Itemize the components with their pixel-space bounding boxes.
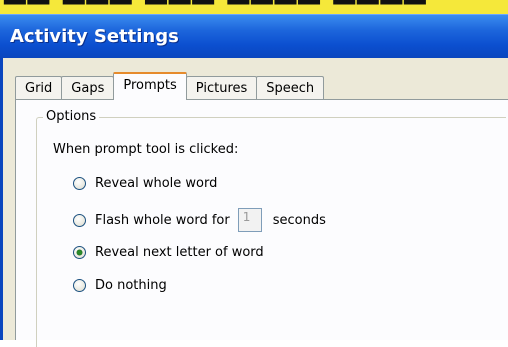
tab-speech[interactable]: Speech bbox=[256, 76, 325, 100]
option-flash-whole-word[interactable]: Flash whole word for 1 seconds bbox=[73, 208, 326, 232]
option-label: Flash whole word for bbox=[95, 212, 230, 228]
tab-prompts[interactable]: Prompts bbox=[113, 72, 187, 100]
option-reveal-whole-word[interactable]: Reveal whole word bbox=[73, 176, 217, 191]
radio-reveal-whole-word[interactable] bbox=[73, 177, 86, 190]
option-label: Do nothing bbox=[95, 278, 167, 293]
option-label: Reveal whole word bbox=[95, 176, 218, 191]
option-do-nothing[interactable]: Do nothing bbox=[73, 278, 167, 293]
seconds-unit-label: seconds bbox=[272, 212, 326, 228]
background-window-strip: ▀▀ ▀▀▀ ▀▀▀ ▀▀▀▀ ▀▀▀▀ bbox=[0, 0, 508, 14]
radio-do-nothing[interactable] bbox=[73, 279, 86, 292]
dialog-body: Grid Gaps Prompts Pictures Speech Option… bbox=[0, 58, 508, 347]
prompt-instruction-label: When prompt tool is clicked: bbox=[53, 142, 239, 157]
options-legend: Options bbox=[43, 109, 100, 124]
option-reveal-next-letter[interactable]: Reveal next letter of word bbox=[73, 245, 264, 260]
title-bar[interactable]: Activity Settings bbox=[0, 14, 508, 58]
prompts-tab-panel: Options When prompt tool is clicked: Rev… bbox=[15, 99, 508, 347]
background-text-fragments: ▀▀ ▀▀▀ ▀▀▀ ▀▀▀▀ ▀▀▀▀ bbox=[4, 0, 428, 14]
radio-reveal-next-letter[interactable] bbox=[73, 246, 86, 259]
option-label: Reveal next letter of word bbox=[95, 245, 264, 260]
tab-gaps[interactable]: Gaps bbox=[61, 76, 115, 100]
seconds-input[interactable]: 1 bbox=[237, 208, 262, 232]
window-title: Activity Settings bbox=[10, 26, 179, 47]
tab-grid[interactable]: Grid bbox=[15, 76, 63, 100]
tab-strip: Grid Gaps Prompts Pictures Speech bbox=[15, 72, 325, 100]
radio-flash-whole-word[interactable] bbox=[73, 213, 86, 227]
options-groupbox: Options When prompt tool is clicked: Rev… bbox=[36, 109, 506, 347]
tab-pictures[interactable]: Pictures bbox=[185, 76, 258, 100]
